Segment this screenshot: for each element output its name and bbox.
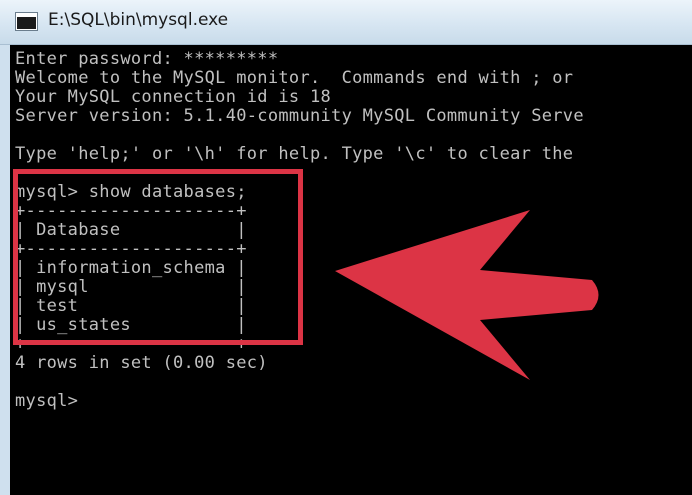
- console-line-server-version: Server version: 5.1.40-community MySQL C…: [15, 106, 584, 126]
- console-line-row-count: 4 rows in set (0.00 sec): [15, 353, 268, 373]
- annotation-arrow-icon: [335, 210, 599, 380]
- window-title: E:\SQL\bin\mysql.exe: [48, 10, 229, 30]
- annotation-highlight-box: [13, 169, 303, 345]
- console-window: E:\SQL\bin\mysql.exe Enter password: ***…: [0, 0, 692, 495]
- console-line-welcome: Welcome to the MySQL monitor. Commands e…: [15, 68, 574, 88]
- title-bar[interactable]: E:\SQL\bin\mysql.exe: [0, 0, 692, 45]
- console-line-help: Type 'help;' or '\h' for help. Type '\c'…: [15, 144, 574, 164]
- console-prompt: mysql>: [15, 391, 79, 411]
- console-line-connection-id: Your MySQL connection id is 18: [15, 87, 332, 107]
- console-app-icon[interactable]: [16, 13, 37, 30]
- console-line-password: Enter password: *********: [15, 49, 279, 69]
- annotation-arrow-shape: [335, 210, 599, 380]
